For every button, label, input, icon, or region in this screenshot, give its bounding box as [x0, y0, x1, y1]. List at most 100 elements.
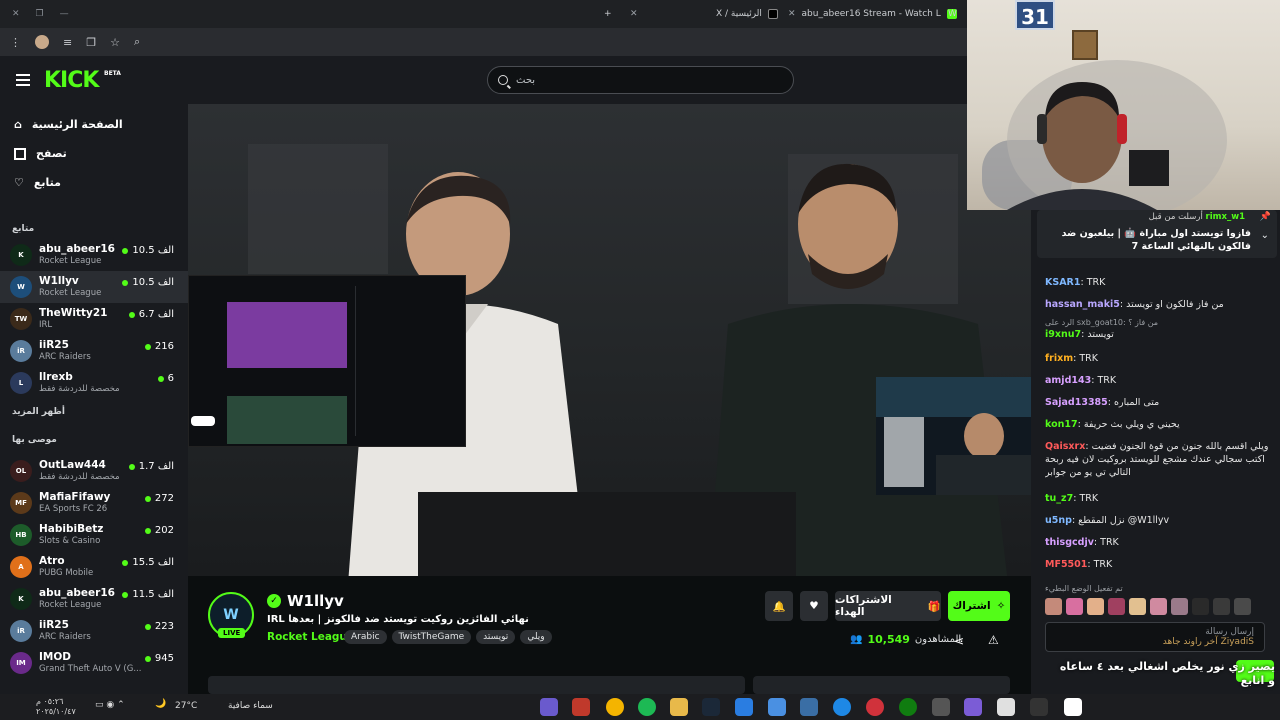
weather-temp[interactable]: 27°C [175, 701, 197, 711]
new-tab-button[interactable]: + [604, 6, 612, 22]
tag[interactable]: تويستد [476, 630, 516, 644]
sidebar-channel-iir25[interactable]: iR iiR25 ARC Raiders 216 [0, 335, 188, 367]
task-view-icon[interactable] [1030, 698, 1048, 716]
file-explorer-icon[interactable] [670, 698, 688, 716]
spotify-icon[interactable] [638, 698, 656, 716]
emote[interactable] [1192, 598, 1209, 615]
clock-date[interactable]: ٢٠٢٥/١٠/٤٧ [36, 707, 76, 716]
tab-x[interactable]: X / الرئيسية [716, 6, 778, 22]
tab-close-icon[interactable]: ✕ [630, 6, 638, 22]
sidebar-channel-thewitty21[interactable]: TW TheWitty21 IRL 6.7 الف [0, 303, 188, 335]
chat-username[interactable]: Sajad13385 [1045, 397, 1108, 408]
emote[interactable] [1150, 598, 1167, 615]
home-icon: ⌂ [14, 118, 22, 131]
zoom-icon[interactable]: ⌕ [134, 35, 140, 49]
weather-text[interactable]: سماء صافية [228, 701, 273, 711]
nav-following[interactable]: ♡ متابع [0, 168, 188, 197]
follow-button[interactable]: ♥ [800, 591, 828, 621]
tray-icons[interactable]: ▭ ◉ ⌃ [95, 700, 125, 710]
chat-username[interactable]: MF5501 [1045, 559, 1087, 570]
copilot-icon[interactable] [964, 698, 982, 716]
emote[interactable] [1213, 598, 1230, 615]
app-icon[interactable] [866, 698, 884, 716]
app-icon[interactable] [572, 698, 590, 716]
minimize-window-icon[interactable]: — [60, 9, 69, 19]
chat-username[interactable]: thisgcdjv [1045, 537, 1094, 548]
chat-input[interactable]: إرسال رسالة آخر راوند جاهد ZiyadiS [1045, 622, 1265, 652]
chat-username[interactable]: kon17 [1045, 419, 1078, 430]
share-icon[interactable]: ⋖ [954, 634, 964, 648]
restore-window-icon[interactable]: ❐ [36, 9, 44, 19]
profile-avatar[interactable] [35, 35, 49, 49]
sidebar-channel-imod[interactable]: IM IMOD Grand Theft Auto V (G... 945 [0, 647, 188, 679]
kick-logo[interactable]: KICK [44, 68, 99, 93]
store-icon[interactable] [768, 698, 786, 716]
tag[interactable]: ويلي [520, 630, 552, 644]
emote[interactable] [1129, 598, 1146, 615]
emote[interactable] [1234, 598, 1251, 615]
window-controls[interactable]: ✕ ❐ — [0, 9, 69, 19]
subscribe-button[interactable]: اشتراك ✧ [948, 591, 1010, 621]
channel-avatar: HB [10, 524, 32, 546]
chevron-down-icon[interactable]: ⌄ [1261, 230, 1269, 241]
chat-username[interactable]: Qaisxrx [1045, 441, 1085, 452]
emote[interactable] [1087, 598, 1104, 615]
report-icon[interactable]: ⚠ [988, 633, 999, 647]
app-icon[interactable] [540, 698, 558, 716]
edge-icon[interactable] [833, 698, 851, 716]
chat-username[interactable]: u5np [1045, 515, 1072, 526]
extensions-icon[interactable]: ❐ [86, 36, 96, 49]
close-window-icon[interactable]: ✕ [12, 9, 20, 19]
close-icon[interactable]: ✕ [788, 9, 796, 19]
tag[interactable]: Arabic [344, 630, 387, 644]
gift-subs-button[interactable]: الاشتراكات الهداء 🎁 [835, 591, 941, 621]
chat-username[interactable]: hassan_maki5 [1045, 299, 1120, 310]
start-icon[interactable] [1064, 698, 1082, 716]
mail-icon[interactable] [735, 698, 753, 716]
stream-category[interactable]: Rocket League [267, 631, 354, 643]
hamburger-menu-icon[interactable] [16, 74, 30, 86]
chrome-icon[interactable] [606, 698, 624, 716]
sidebar-channel-w1llyv[interactable]: W W1llyv Rocket League 10.5 الف [0, 271, 188, 303]
nav-home[interactable]: ⌂ الصفحة الرئيسية [0, 110, 188, 139]
chat-username[interactable]: tu_z7 [1045, 493, 1073, 504]
sidebar-channel-habibibetz[interactable]: HB HabibiBetz Slots & Casino 202 [0, 519, 188, 551]
sidebar-channel-abu_abeer16[interactable]: Kabu_abeer16 Rocket League 11.5 الف [0, 583, 188, 615]
emote[interactable] [1066, 598, 1083, 615]
app-icon[interactable] [800, 698, 818, 716]
nav-browse[interactable]: تصفح [0, 139, 188, 168]
chat-username[interactable]: i9xnu7 [1045, 329, 1081, 340]
reading-list-icon[interactable]: ≡ [63, 36, 72, 49]
bookmark-star-icon[interactable]: ☆ [110, 36, 120, 49]
settings-icon[interactable] [932, 698, 950, 716]
pin-icon[interactable]: 📌 [1260, 212, 1271, 222]
steam-icon[interactable] [702, 698, 720, 716]
emote[interactable] [1108, 598, 1125, 615]
emote[interactable] [1045, 598, 1062, 615]
widgets-icon[interactable] [997, 698, 1015, 716]
chat-username[interactable]: frixm [1045, 353, 1073, 364]
emote[interactable] [1171, 598, 1188, 615]
tab-kick-stream[interactable]: ✕ abu_abeer16 Stream - Watch L [788, 6, 957, 22]
chat-username[interactable]: KSAR1 [1045, 277, 1080, 288]
pinned-username[interactable]: rimx_w1 [1206, 212, 1245, 222]
menu-dots-icon[interactable]: ⋮ [10, 36, 21, 49]
sidebar-channel-llrexb[interactable]: Lllrexb مخصصة للدردشة فقط 6 [0, 367, 188, 399]
notification-bell-button[interactable]: 🔔 [765, 591, 793, 621]
tab-kick-active[interactable]: W [948, 6, 957, 22]
sidebar-channel-iir25[interactable]: iR iiR25 ARC Raiders 223 [0, 615, 188, 647]
chat-username[interactable]: amjd143 [1045, 375, 1091, 386]
channel-name[interactable]: W1llyv [287, 592, 344, 610]
sidebar-channel-abu_abeer16[interactable]: Kabu_abeer16 Rocket League 10.5 الف [0, 239, 188, 271]
tag[interactable]: TwistTheGame [391, 630, 472, 644]
sidebar-channel-outlaw444[interactable]: OL OutLaw444 مخصصة للدردشة فقط 1.7 الف [0, 455, 188, 487]
search-input[interactable]: بحث [487, 66, 794, 94]
sidebar-channel-mafiafifawy[interactable]: MF MafiaFifawy EA Sports FC 26 272 [0, 487, 188, 519]
pinned-message[interactable]: أرسلت من قبل rimx_w1 فازوا تويستد اول مب… [1037, 210, 1277, 258]
video-player[interactable] [188, 104, 1031, 576]
channel-name: OutLaw444 [39, 459, 106, 471]
xbox-icon[interactable] [899, 698, 917, 716]
clock-time[interactable]: ٠٥:٢٦ م [36, 697, 63, 706]
sidebar-channel-atro[interactable]: A Atro PUBG Mobile 15.5 الف [0, 551, 188, 583]
show-more-link[interactable]: أظهر المزيد [0, 399, 188, 425]
